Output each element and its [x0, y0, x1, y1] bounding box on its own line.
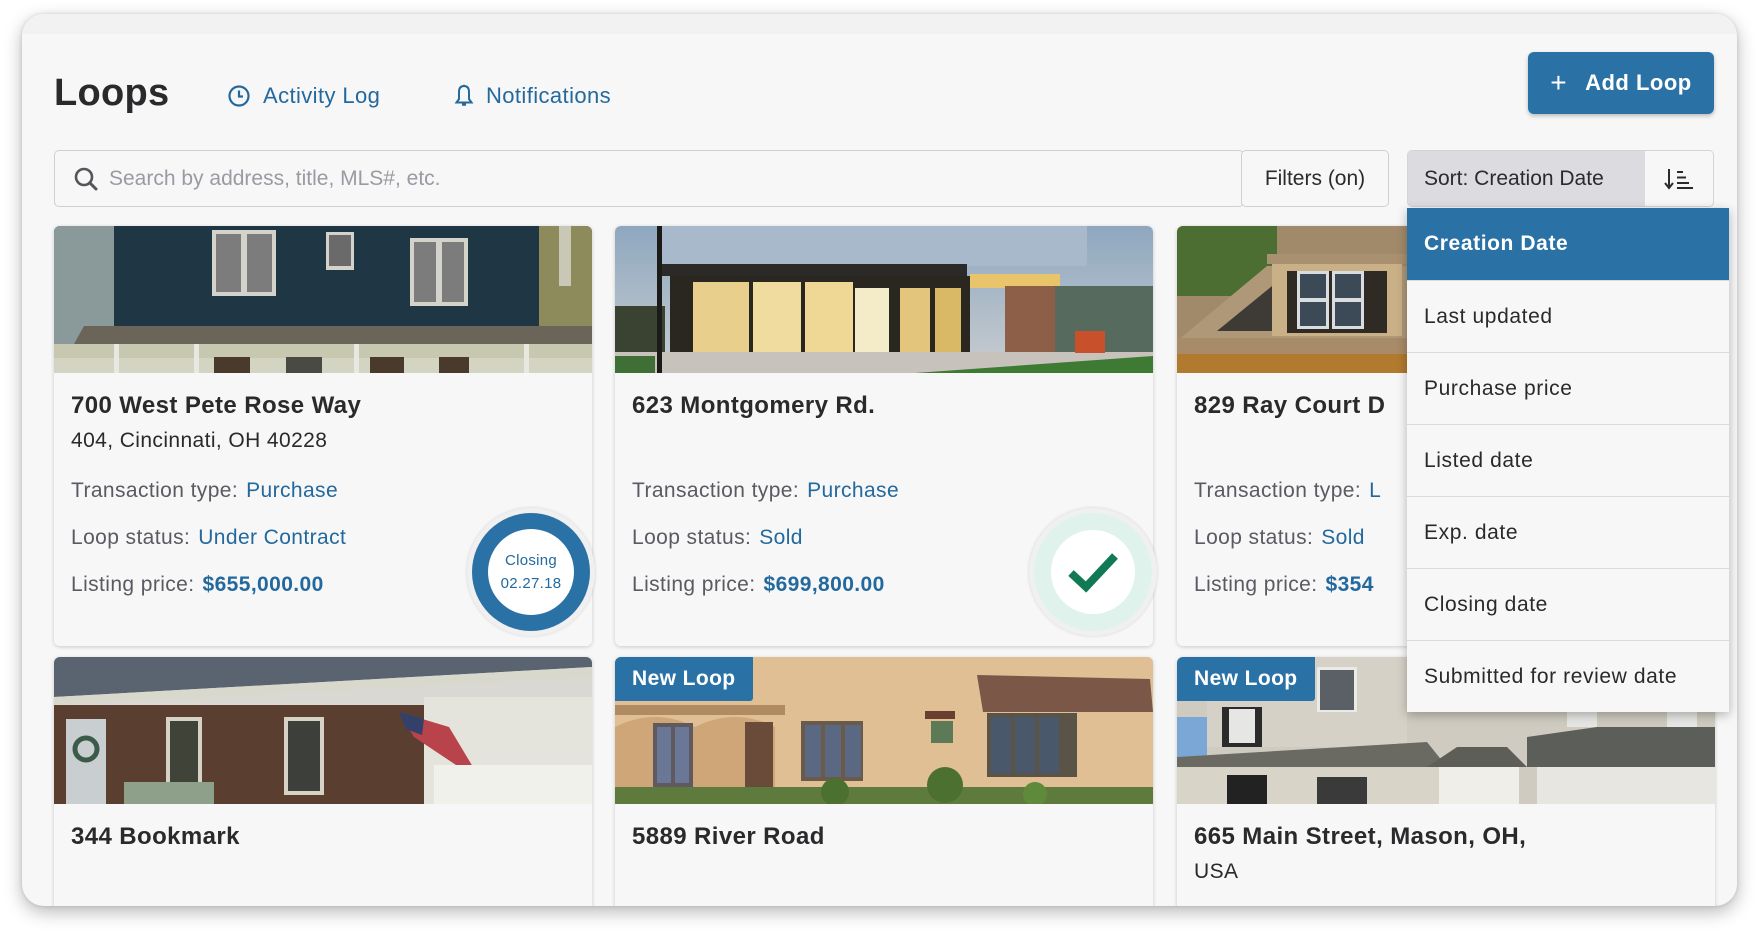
sort-option-creation-date[interactable]: Creation Date	[1407, 208, 1729, 280]
transaction-type-row: Transaction type: Purchase	[71, 477, 575, 505]
sort-option-submitted-for-review-date[interactable]: Submitted for review date	[1407, 640, 1729, 712]
loop-status-label: Loop status:	[1194, 526, 1314, 549]
listing-price-value: $354	[1325, 573, 1374, 596]
loop-card[interactable]: New Loop 5889 River Road	[615, 657, 1153, 906]
sort-dropdown-button[interactable]: Sort: Creation Date	[1408, 151, 1645, 206]
search-icon	[74, 167, 98, 190]
listing-price-value: $655,000.00	[202, 573, 324, 596]
address-line1: 700 West Pete Rose Way	[71, 392, 362, 419]
sort-descending-icon	[1664, 168, 1693, 190]
loop-status-value: Under Contract	[198, 526, 347, 549]
transaction-type-row: Transaction type: Purchase	[632, 477, 1136, 505]
sort-option-exp-date[interactable]: Exp. date	[1407, 496, 1729, 568]
property-photo: New Loop	[615, 657, 1153, 804]
search-input[interactable]	[109, 166, 1243, 191]
address-line1: 623 Montgomery Rd.	[632, 392, 876, 419]
transaction-type-label: Transaction type:	[1194, 479, 1362, 502]
transaction-type-value: L	[1369, 479, 1382, 502]
property-photo	[54, 226, 592, 373]
notifications-link[interactable]: Notifications	[454, 83, 611, 109]
page-title: Loops	[54, 72, 170, 114]
closing-date-badge: Closing 02.27.18	[467, 508, 595, 636]
sort-option-purchase-price[interactable]: Purchase price	[1407, 352, 1729, 424]
listing-price-label: Listing price:	[632, 573, 756, 596]
closing-date: 02.27.18	[500, 575, 562, 592]
closing-label: Closing	[504, 552, 558, 569]
activity-log-link[interactable]: Activity Log	[227, 83, 380, 109]
loops-panel: Loops Activity Log Notifications + Add L…	[22, 14, 1737, 906]
search-field[interactable]	[54, 150, 1244, 207]
notifications-label: Notifications	[486, 83, 612, 108]
sort-option-closing-date[interactable]: Closing date	[1407, 568, 1729, 640]
transaction-type-value: Purchase	[807, 479, 900, 502]
address-line1: 344 Bookmark	[71, 823, 240, 850]
property-photo	[54, 657, 592, 804]
loop-status-value: Sold	[1321, 526, 1365, 549]
transaction-type-value: Purchase	[246, 479, 339, 502]
transaction-type-label: Transaction type:	[632, 479, 800, 502]
add-loop-label: Add Loop	[1585, 70, 1692, 95]
clock-icon	[228, 85, 250, 107]
sort-option-last-updated[interactable]: Last updated	[1407, 280, 1729, 352]
address-line1: 665 Main Street, Mason, OH,	[1194, 823, 1527, 850]
complete-badge	[1029, 508, 1157, 636]
sort-menu: Creation Date Last updated Purchase pric…	[1407, 208, 1729, 712]
listing-price-label: Listing price:	[1194, 573, 1318, 596]
sort-option-listed-date[interactable]: Listed date	[1407, 424, 1729, 496]
sort-control[interactable]: Sort: Creation Date	[1407, 150, 1714, 207]
plus-icon: +	[1550, 67, 1568, 98]
address-line2	[71, 858, 575, 886]
activity-log-label: Activity Log	[263, 83, 381, 108]
address-line1: 5889 River Road	[632, 823, 825, 850]
new-loop-badge: New Loop	[1177, 657, 1315, 701]
transaction-type-label: Transaction type:	[71, 479, 239, 502]
listing-price-value: $699,800.00	[763, 573, 885, 596]
loop-status-value: Sold	[759, 526, 803, 549]
bell-icon	[454, 84, 474, 106]
address-line2: USA	[1194, 860, 1239, 883]
loop-card[interactable]: 344 Bookmark	[54, 657, 592, 906]
filters-button[interactable]: Filters (on)	[1241, 150, 1389, 207]
address-line2	[632, 858, 1136, 886]
loop-status-label: Loop status:	[632, 526, 752, 549]
checkmark-icon	[1068, 553, 1118, 593]
loop-status-label: Loop status:	[71, 526, 191, 549]
window-top-band	[22, 14, 1737, 34]
address-line2: 404, Cincinnati, OH 40228	[71, 429, 328, 452]
add-loop-button[interactable]: + Add Loop	[1528, 52, 1714, 114]
property-photo	[615, 226, 1153, 373]
address-line2	[632, 427, 1136, 455]
listing-price-label: Listing price:	[71, 573, 195, 596]
sort-direction-button[interactable]	[1645, 151, 1713, 206]
new-loop-badge: New Loop	[615, 657, 753, 701]
